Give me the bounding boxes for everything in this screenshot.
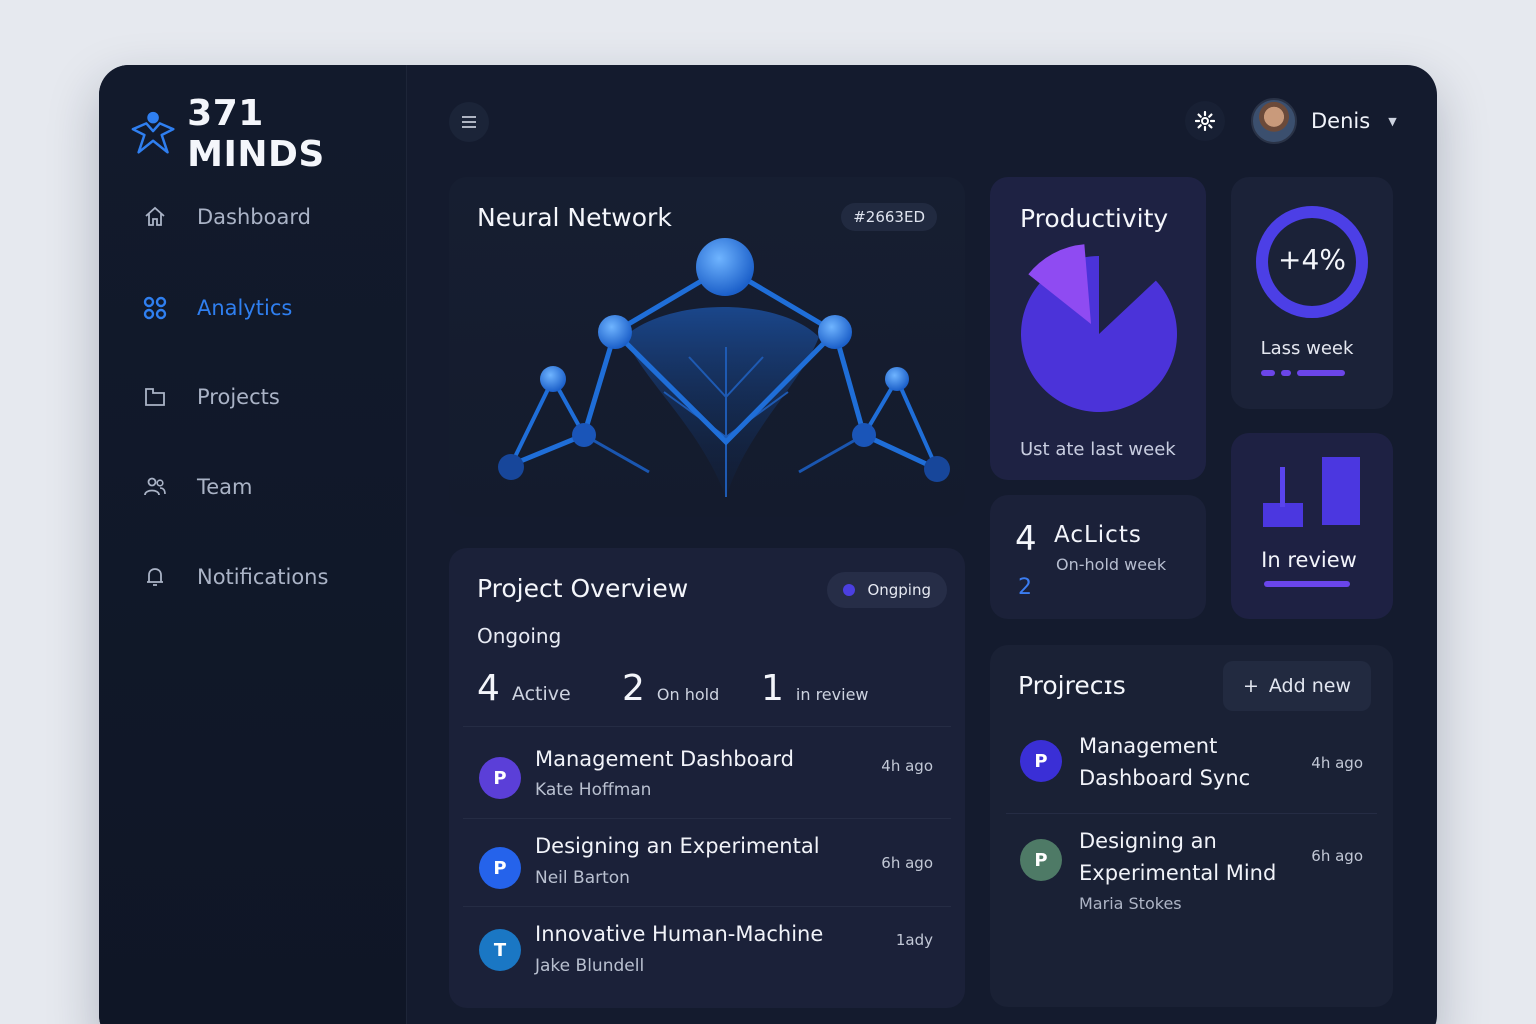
stat-on-hold: 2 On hold: [622, 668, 719, 709]
review-bars-illustration: [1263, 457, 1360, 527]
project-row[interactable]: T Innovative Human-Machine Jake Blundell…: [463, 906, 951, 994]
project-title: Innovative Human-Machine: [535, 922, 824, 946]
actions-count: 4: [1015, 519, 1037, 559]
sidebar: 371 MINDS Dashboard Analytics Projects T…: [99, 65, 407, 1024]
in-review-card: In review: [1231, 433, 1393, 619]
indicator-dash: [1261, 370, 1275, 376]
project-item[interactable]: P Designing an Experimental Mind Maria S…: [1006, 825, 1377, 925]
project-avatar: P: [1020, 740, 1062, 782]
stat-value: 2: [622, 668, 645, 709]
actions-secondary-count: 2: [1018, 575, 1032, 600]
add-new-label: Add new: [1268, 675, 1351, 697]
productivity-card: Productivity Ust ate last week: [990, 177, 1206, 480]
sidebar-item-label: Team: [197, 475, 253, 499]
review-progress: [1264, 581, 1350, 587]
stat-label: in review: [795, 685, 869, 704]
project-item[interactable]: P Management Dashboard Sync 4h ago: [1006, 730, 1377, 814]
sidebar-item-notifications[interactable]: Notifications: [143, 565, 328, 589]
productivity-pie: [1021, 244, 1177, 412]
gear-icon: [1195, 111, 1215, 131]
project-avatar: P: [479, 757, 521, 799]
actions-label: AcLicts: [1054, 522, 1142, 548]
sidebar-item-label: Analytics: [197, 296, 293, 320]
growth-card: +4% Lass week: [1231, 177, 1393, 409]
project-time: 1ady: [895, 931, 933, 949]
project-avatar: P: [1020, 839, 1062, 881]
project-title-line1: Management: [1079, 734, 1218, 758]
sidebar-item-team[interactable]: Team: [143, 475, 253, 499]
sidebar-item-projects[interactable]: Projects: [143, 385, 280, 409]
user-menu[interactable]: Denis ▼: [1251, 98, 1397, 144]
sidebar-item-label: Dashboard: [197, 205, 311, 229]
review-label: In review: [1261, 548, 1357, 572]
actions-card: 4 AcLicts On-hold week 2: [990, 495, 1206, 619]
status-filter[interactable]: Ongping: [827, 572, 947, 608]
logo-icon: [131, 111, 175, 154]
grid-icon: [143, 296, 167, 320]
stat-value: 4: [477, 668, 500, 709]
growth-value: +4%: [1278, 243, 1346, 276]
project-owner: Kate Hoffman: [535, 780, 652, 800]
project-title: Designing an Experimental: [535, 834, 820, 858]
user-name: Denis: [1311, 109, 1371, 133]
add-new-button[interactable]: + Add new: [1222, 661, 1371, 711]
menu-button[interactable]: [449, 102, 489, 142]
avatar: [1251, 98, 1297, 144]
stat-active: 4 Active: [477, 668, 571, 709]
project-time: 4h ago: [881, 757, 933, 775]
neural-network-card: Neural Network #2663ED: [449, 177, 965, 517]
sidebar-item-analytics[interactable]: Analytics: [143, 296, 292, 320]
card-title: Productivity: [1020, 204, 1169, 233]
status-dot-icon: [843, 584, 856, 596]
projects-card: Projrecɪs + Add new P Management Dashboa…: [990, 645, 1393, 1007]
project-overview-card: Project Overview Ongping Ongoing 4 Activ…: [449, 548, 965, 1008]
home-icon: [145, 206, 165, 226]
project-row[interactable]: P Management Dashboard Kate Hoffman 4h a…: [463, 726, 951, 814]
indicator-dash: [1281, 370, 1291, 376]
project-avatar: P: [479, 847, 521, 889]
plus-icon: +: [1242, 675, 1259, 697]
indicator-dash: [1297, 370, 1345, 376]
stat-label: Active: [511, 683, 571, 705]
stat-value: 1: [761, 668, 784, 709]
project-title-line2: Experimental Mind: [1079, 861, 1277, 885]
app-window: 371 MINDS Dashboard Analytics Projects T…: [99, 65, 1437, 1024]
main-content: Denis ▼ Neural Network #2663ED Project O…: [407, 65, 1437, 1024]
sidebar-item-dashboard[interactable]: Dashboard: [143, 205, 311, 229]
project-owner: Jake Blundell: [535, 956, 645, 976]
chevron-down-icon: ▼: [1388, 114, 1397, 128]
growth-label: Lass week: [1260, 338, 1354, 359]
project-avatar: T: [479, 929, 521, 971]
card-title: Project Overview: [477, 574, 689, 603]
sidebar-item-label: Notifications: [197, 565, 329, 589]
settings-button[interactable]: [1185, 101, 1225, 141]
bell-icon: [147, 568, 163, 586]
neural-network-illustration: [498, 238, 950, 497]
brand-logo[interactable]: 371 MINDS: [129, 93, 406, 175]
section-label: Ongoing: [477, 624, 562, 648]
productivity-footer: Ust ate last week: [1020, 439, 1176, 460]
stat-in-review: 1 in review: [761, 668, 869, 709]
project-time: 6h ago: [881, 854, 933, 872]
menu-icon: [462, 116, 476, 128]
card-title: Projrecɪs: [1018, 671, 1126, 700]
project-title: Management Dashboard: [535, 747, 794, 771]
project-owner: Neil Barton: [535, 868, 630, 888]
project-title-line2: Dashboard Sync: [1079, 766, 1251, 790]
brand-name: 371 MINDS: [187, 93, 325, 175]
actions-subtitle: On-hold week: [1056, 555, 1167, 574]
stat-label: On hold: [656, 685, 720, 704]
folder-icon: [145, 388, 165, 406]
growth-indicator: [1261, 370, 1345, 376]
project-owner: Maria Stokes: [1079, 894, 1182, 913]
project-time: 4h ago: [1311, 754, 1363, 772]
users-icon: [144, 477, 166, 496]
project-time: 6h ago: [1311, 847, 1363, 865]
status-label: Ongping: [867, 581, 931, 599]
project-row[interactable]: P Designing an Experimental Neil Barton …: [463, 818, 951, 906]
project-title-line1: Designing an: [1079, 829, 1217, 853]
sidebar-item-label: Projects: [197, 385, 280, 409]
